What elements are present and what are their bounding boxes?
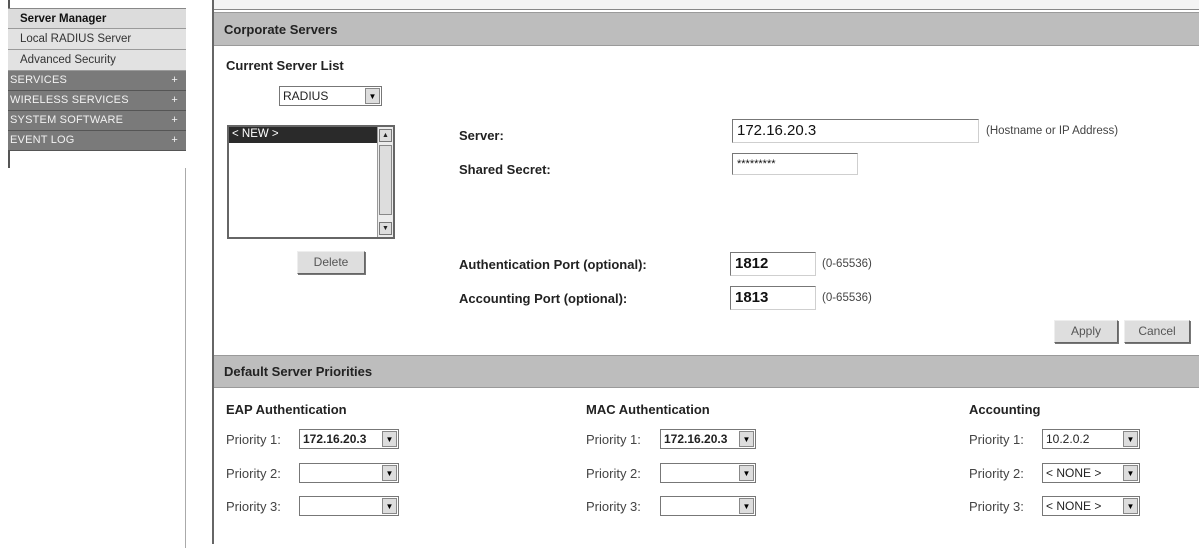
top-strip xyxy=(214,0,1199,10)
acct-priority-1-label: Priority 1: xyxy=(969,432,1024,447)
sidebar-category-system-software[interactable]: SYSTEM SOFTWARE + xyxy=(8,111,186,131)
eap-priority-1-value: 172.16.20.3 xyxy=(303,432,367,446)
chevron-down-icon[interactable]: ▼ xyxy=(1123,465,1138,481)
acct-priority-2-value: < NONE > xyxy=(1046,466,1102,480)
sidebar-category-label: EVENT LOG xyxy=(10,134,75,146)
scroll-up-icon[interactable]: ▲ xyxy=(379,129,392,142)
mac-priority-2-select[interactable]: ▼ xyxy=(660,463,756,483)
acct-priority-1-value: 10.2.0.2 xyxy=(1046,432,1090,446)
chevron-down-icon[interactable]: ▼ xyxy=(382,465,397,481)
mac-priority-1-value: 172.16.20.3 xyxy=(664,432,728,446)
eap-priority-2-select[interactable]: ▼ xyxy=(299,463,399,483)
auth-port-hint: (0-65536) xyxy=(822,258,872,270)
mac-priority-2-label: Priority 2: xyxy=(586,466,641,481)
expand-plus-icon[interactable]: + xyxy=(171,71,178,90)
acct-priority-3-label: Priority 3: xyxy=(969,499,1024,514)
mac-priority-1-label: Priority 1: xyxy=(586,432,641,447)
acct-priority-2-select[interactable]: < NONE > ▼ xyxy=(1042,463,1140,483)
list-item[interactable]: < NEW > xyxy=(229,127,377,143)
acct-port-input[interactable]: 1813 xyxy=(730,286,816,310)
main-content: Corporate Servers Current Server List RA… xyxy=(214,0,1199,544)
eap-priority-1-label: Priority 1: xyxy=(226,432,281,447)
sidebar-category-label: SERVICES xyxy=(10,74,68,86)
cancel-button[interactable]: Cancel xyxy=(1124,320,1190,343)
server-label: Server: xyxy=(459,128,504,143)
eap-priority-3-select[interactable]: ▼ xyxy=(299,496,399,516)
eap-authentication-title: EAP Authentication xyxy=(226,402,347,417)
sidebar-category-services[interactable]: SERVICES + xyxy=(8,71,186,91)
server-list-box[interactable]: < NEW > ▲ ▼ xyxy=(227,125,395,239)
chevron-down-icon[interactable]: ▼ xyxy=(365,88,380,104)
sidebar-category-label: WIRELESS SERVICES xyxy=(10,94,129,106)
eap-priority-2-label: Priority 2: xyxy=(226,466,281,481)
server-input[interactable]: 172.16.20.3 xyxy=(732,119,979,143)
expand-plus-icon[interactable]: + xyxy=(171,131,178,150)
server-type-value: RADIUS xyxy=(283,89,329,103)
acct-priority-3-value: < NONE > xyxy=(1046,499,1102,513)
server-type-select[interactable]: RADIUS ▼ xyxy=(279,86,382,106)
sidebar-category-wireless-services[interactable]: WIRELESS SERVICES + xyxy=(8,91,186,111)
chevron-down-icon[interactable]: ▼ xyxy=(1123,431,1138,447)
acct-port-hint: (0-65536) xyxy=(822,292,872,304)
sidebar-item-server-manager[interactable]: Server Manager xyxy=(8,8,186,29)
expand-plus-icon[interactable]: + xyxy=(171,91,178,110)
scroll-thumb[interactable] xyxy=(379,145,392,215)
acct-priority-1-select[interactable]: 10.2.0.2 ▼ xyxy=(1042,429,1140,449)
chevron-down-icon[interactable]: ▼ xyxy=(382,498,397,514)
sidebar-nav: Server Manager Local RADIUS Server Advan… xyxy=(8,8,186,151)
chevron-down-icon[interactable]: ▼ xyxy=(739,498,754,514)
shared-secret-input[interactable]: ********* xyxy=(732,153,858,175)
section-header-default-priorities: Default Server Priorities xyxy=(214,355,1199,388)
sidebar-empty-area xyxy=(8,168,186,548)
chevron-down-icon[interactable]: ▼ xyxy=(739,465,754,481)
mac-priority-3-label: Priority 3: xyxy=(586,499,641,514)
delete-button[interactable]: Delete xyxy=(297,251,365,274)
apply-button[interactable]: Apply xyxy=(1054,320,1118,343)
sidebar-item-local-radius-server[interactable]: Local RADIUS Server xyxy=(8,29,186,50)
sidebar-category-event-log[interactable]: EVENT LOG + xyxy=(8,131,186,151)
chevron-down-icon[interactable]: ▼ xyxy=(1123,498,1138,514)
server-hint: (Hostname or IP Address) xyxy=(986,125,1119,137)
shared-secret-label: Shared Secret: xyxy=(459,162,551,177)
acct-priority-3-select[interactable]: < NONE > ▼ xyxy=(1042,496,1140,516)
auth-port-input[interactable]: 1812 xyxy=(730,252,816,276)
mac-priority-1-select[interactable]: 172.16.20.3 ▼ xyxy=(660,429,756,449)
mac-priority-3-select[interactable]: ▼ xyxy=(660,496,756,516)
scroll-down-icon[interactable]: ▼ xyxy=(379,222,392,235)
mac-authentication-title: MAC Authentication xyxy=(586,402,710,417)
auth-port-label: Authentication Port (optional): xyxy=(459,257,647,272)
accounting-title: Accounting xyxy=(969,402,1041,417)
acct-port-label: Accounting Port (optional): xyxy=(459,291,628,306)
chevron-down-icon[interactable]: ▼ xyxy=(739,431,754,447)
current-server-list-label: Current Server List xyxy=(226,58,344,73)
eap-priority-3-label: Priority 3: xyxy=(226,499,281,514)
list-scrollbar[interactable]: ▲ ▼ xyxy=(377,127,393,237)
sidebar-item-advanced-security[interactable]: Advanced Security xyxy=(8,50,186,71)
sidebar-category-label: SYSTEM SOFTWARE xyxy=(10,114,124,126)
section-header-corporate-servers: Corporate Servers xyxy=(214,12,1199,46)
chevron-down-icon[interactable]: ▼ xyxy=(382,431,397,447)
acct-priority-2-label: Priority 2: xyxy=(969,466,1024,481)
eap-priority-1-select[interactable]: 172.16.20.3 ▼ xyxy=(299,429,399,449)
expand-plus-icon[interactable]: + xyxy=(171,111,178,130)
